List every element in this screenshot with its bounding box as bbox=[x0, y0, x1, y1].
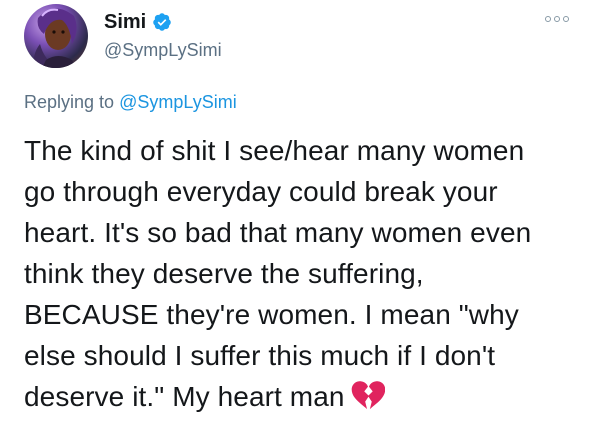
avatar[interactable] bbox=[24, 4, 88, 68]
tweet-line: The kind of shit I see/hear many women bbox=[24, 135, 525, 166]
more-dot bbox=[545, 16, 551, 22]
more-dot bbox=[563, 16, 569, 22]
tweet-line: think they deserve the suffering, bbox=[24, 258, 424, 289]
tweet-last-line: deserve it." My heart man bbox=[24, 376, 574, 417]
verified-badge-icon bbox=[153, 13, 171, 31]
author-handle[interactable]: @SympLySimi bbox=[104, 37, 222, 63]
tweet: Simi @SympLySimi Replying to @SympLySimi… bbox=[0, 0, 591, 421]
display-name[interactable]: Simi bbox=[104, 9, 146, 35]
reply-context: Replying to @SympLySimi bbox=[24, 92, 237, 113]
reply-prefix: Replying to bbox=[24, 92, 120, 112]
more-options-icon[interactable] bbox=[545, 16, 569, 22]
tweet-line: heart. It's so bad that many women even bbox=[24, 217, 532, 248]
broken-heart-icon bbox=[351, 380, 385, 409]
tweet-header: Simi @SympLySimi bbox=[24, 4, 222, 68]
tweet-line: BECAUSE they're women. I mean "why bbox=[24, 299, 519, 330]
display-name-row: Simi bbox=[104, 9, 222, 35]
tweet-text: The kind of shit I see/hear many women g… bbox=[24, 130, 574, 417]
author-names: Simi @SympLySimi bbox=[104, 9, 222, 63]
tweet-line: go through everyday could break your bbox=[24, 176, 498, 207]
reply-mention-link[interactable]: @SympLySimi bbox=[119, 92, 237, 112]
tweet-line: else should I suffer this much if I don'… bbox=[24, 340, 496, 371]
tweet-line: deserve it." My heart man bbox=[24, 381, 345, 412]
more-dot bbox=[554, 16, 560, 22]
